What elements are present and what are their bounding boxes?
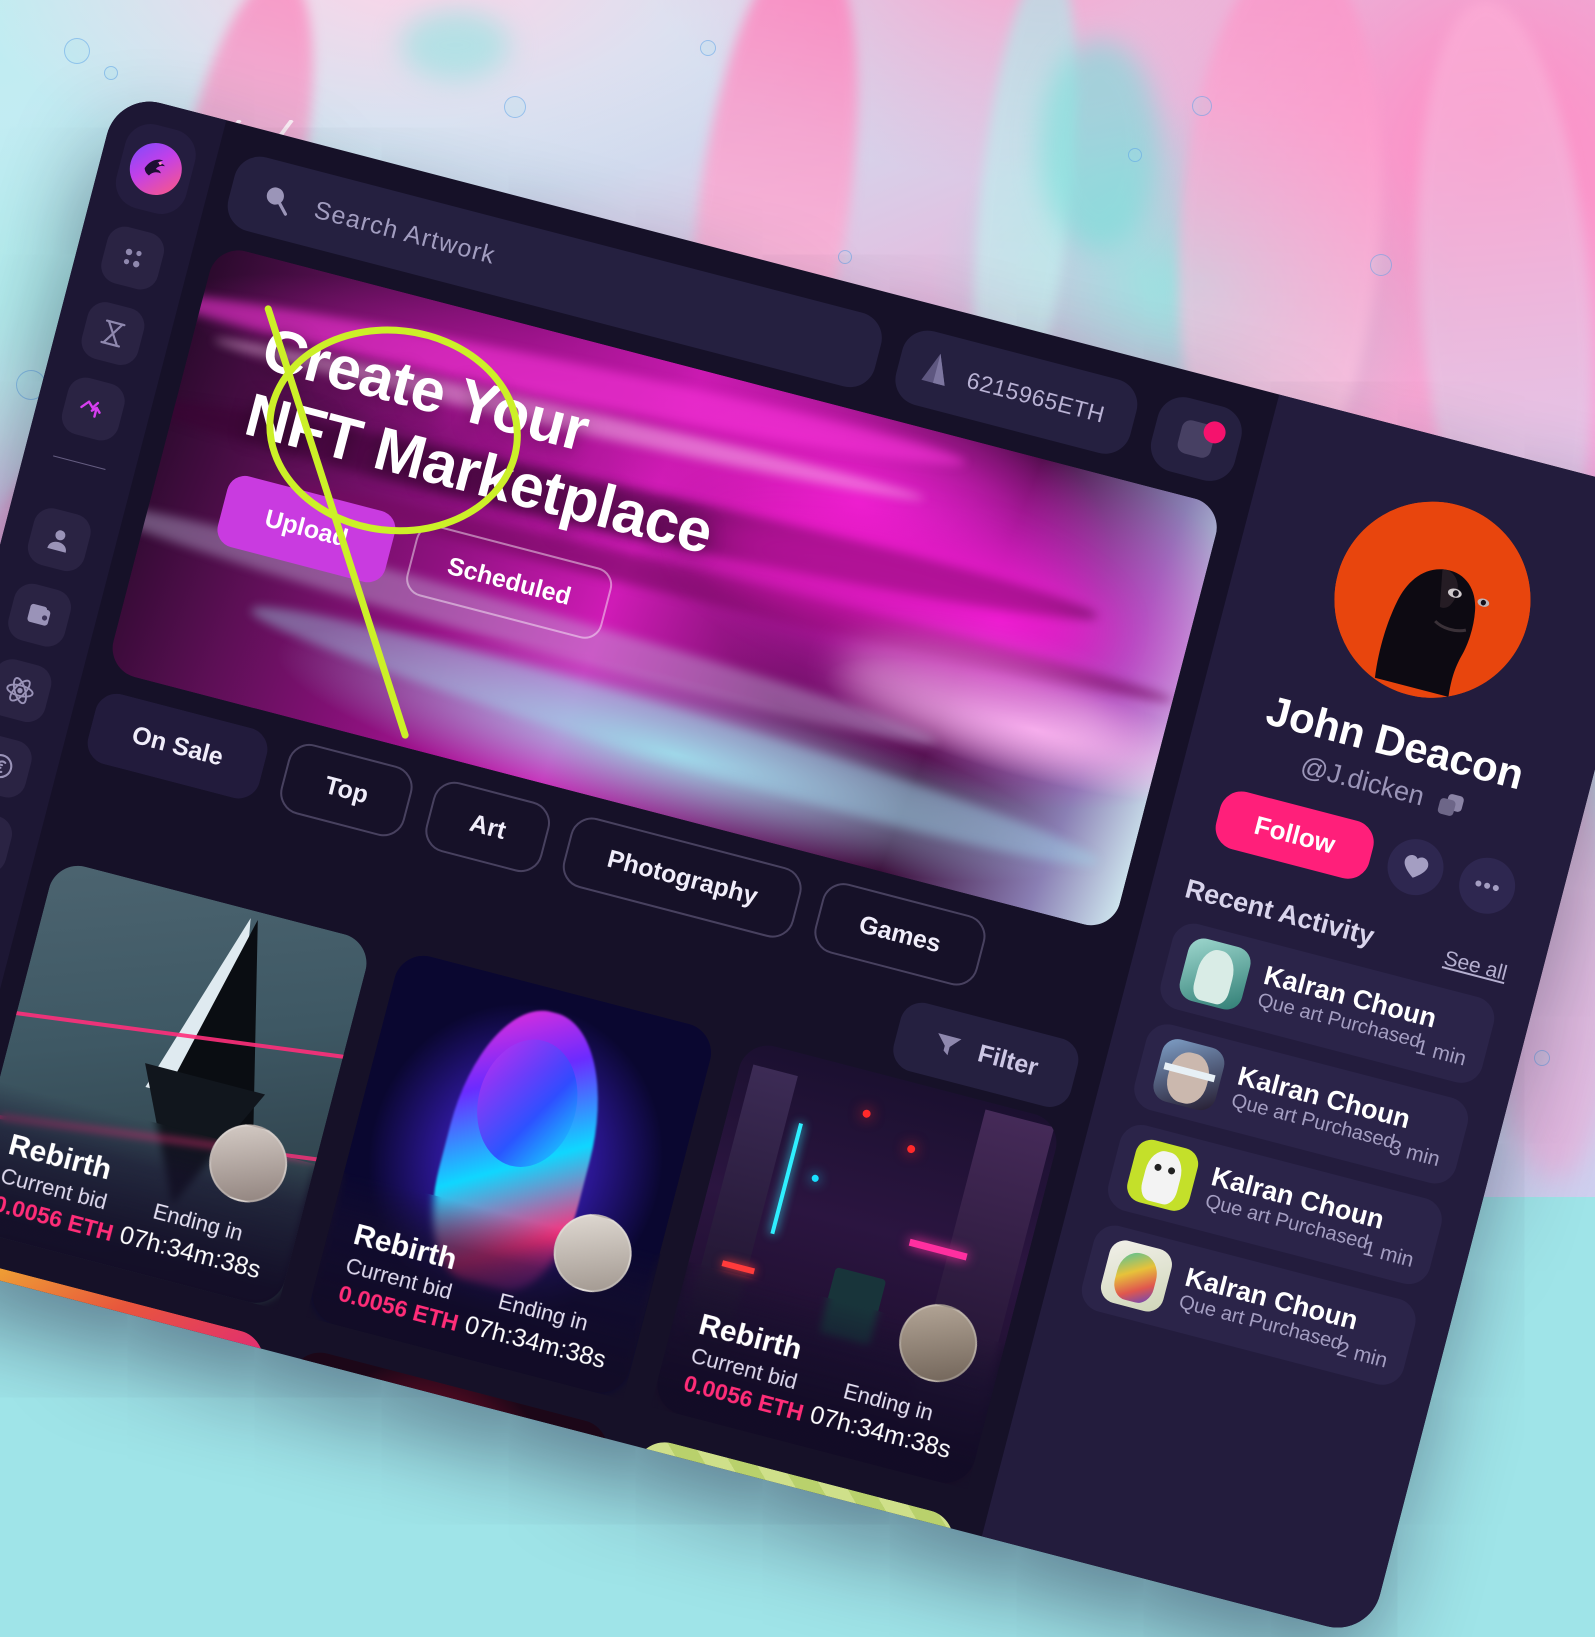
filter-label: Filter — [975, 1039, 1041, 1082]
nft-timer-block: Ending in 07h:34m:38s — [462, 1282, 617, 1376]
sidebar-item-collections[interactable] — [0, 655, 55, 726]
category-chip-on-sale[interactable]: On Sale — [83, 689, 273, 803]
activity-text: Kalran Choun Que art Purchased — [1176, 1263, 1333, 1350]
nft-bid-block: Rebirth Current bid 0.0056 ETH — [681, 1308, 823, 1427]
person-icon — [43, 524, 75, 556]
activity-thumbnail — [1124, 1136, 1202, 1214]
activity-time: 2 min — [1334, 1337, 1390, 1373]
sidebar-item-wallet[interactable] — [4, 580, 75, 651]
bg-bubble — [504, 96, 526, 118]
nft-artwork — [203, 1346, 615, 1637]
activity-time: 1 min — [1413, 1035, 1469, 1071]
nft-bid-block: Rebirth Current bid 0.0056 ETH — [232, 1615, 374, 1637]
sidebar-divider — [53, 455, 106, 470]
nft-card[interactable]: Rebirth Current bid 0.0056 ETH Ending in… — [0, 859, 373, 1309]
sidebar-item-dashboard[interactable] — [97, 223, 168, 294]
bg-bubble — [64, 38, 90, 64]
follow-button[interactable]: Follow — [1211, 787, 1379, 884]
nft-title: Rebirth — [247, 1615, 374, 1637]
atom-icon — [2, 673, 38, 708]
activity-thumbnail — [1150, 1036, 1228, 1114]
nft-card[interactable]: Rebirth Current bid 0.0056 ETH Ending in… — [203, 1346, 615, 1637]
nft-bid-block: Rebirth Current bid 0.0056 ETH — [336, 1218, 478, 1337]
activity-time: 3 min — [1387, 1136, 1443, 1172]
nft-info: Rebirth Current bid 0.0056 ETH Ending in… — [203, 1569, 557, 1637]
avatar[interactable] — [1313, 480, 1552, 719]
more-dots-icon — [1473, 877, 1503, 894]
nft-bid-block: Rebirth Current bid 0.0056 ETH — [0, 1128, 132, 1247]
nft-artwork — [0, 1256, 269, 1637]
nft-owner-avatar[interactable] — [97, 1513, 192, 1608]
balance-amount: 6215965ETH — [964, 366, 1108, 428]
search-placeholder: Search Artwork — [311, 195, 499, 270]
category-chip-games[interactable]: Games — [810, 878, 990, 990]
category-chip-top[interactable]: Top — [275, 739, 417, 841]
sidebar-item-settings[interactable] — [0, 806, 16, 877]
trending-up-icon — [76, 393, 112, 426]
hero-banner: Create YourNFT Marketplace Upload Schedu… — [106, 244, 1223, 932]
nft-bid-label: Current bid — [0, 1560, 20, 1616]
bg-bubble — [104, 66, 118, 80]
nft-card[interactable]: Rebirth Current bid 0.0056 ETH Ending in… — [306, 949, 718, 1399]
nft-info: Rebirth Current bid 0.0056 ETH Ending in… — [0, 1479, 211, 1637]
activity-thumbnail — [1176, 935, 1254, 1013]
activity-list: Kalran Choun Que art Purchased 1 min Kal… — [1077, 919, 1499, 1390]
nft-timer-block: Ending in 07h:34m:38s — [116, 1192, 271, 1286]
copy-icon[interactable] — [1434, 787, 1470, 822]
dots-grid-icon — [117, 242, 149, 274]
app-logo-button[interactable] — [110, 118, 201, 219]
wallet-icon — [23, 600, 56, 630]
eth-diamond-icon — [915, 346, 957, 397]
nft-bid-block: Rebirth Current bid 0.0056 ETH — [0, 1525, 29, 1637]
activity-thumbnail — [1097, 1237, 1175, 1315]
nft-ending-label: Ending in — [47, 1595, 142, 1637]
bg-bubble — [1128, 148, 1142, 162]
funnel-icon — [931, 1030, 964, 1060]
phoenix-logo-icon — [124, 137, 187, 200]
nft-bid-value: 0.0056 ETH — [0, 1587, 13, 1637]
more-options-button[interactable] — [1453, 851, 1521, 919]
bg-bubble — [1370, 254, 1392, 276]
nft-timer-block: Ending in 07h:34m:38s — [13, 1589, 168, 1637]
nft-title: Rebirth — [0, 1525, 29, 1589]
nft-ending-time: 07h:34m:38s — [13, 1618, 160, 1637]
euro-icon — [0, 749, 17, 783]
hourglass-icon — [97, 317, 129, 351]
john-deacon-orange-portrait — [1313, 480, 1552, 719]
activity-text: Kalran Choun Que art Purchased — [1255, 961, 1412, 1048]
sidebar-item-currency[interactable] — [0, 731, 36, 802]
bg-bubble — [1534, 1050, 1550, 1066]
sidebar-item-history[interactable] — [78, 298, 149, 369]
nft-card[interactable]: Rebirth Current bid 0.0056 ETH Ending in… — [0, 1256, 269, 1637]
nft-card[interactable]: Rebirth Current bid 0.0056 ETH Ending in… — [651, 1039, 1063, 1489]
notifications-button[interactable] — [1145, 391, 1247, 486]
sidebar-item-profile[interactable] — [24, 504, 95, 575]
bg-swirl — [400, 10, 510, 80]
nft-owner-avatar[interactable] — [442, 1602, 537, 1637]
see-all-link[interactable]: See all — [1441, 947, 1509, 986]
heart-icon — [1399, 851, 1433, 883]
activity-text: Kalran Choun Que art Purchased — [1203, 1163, 1360, 1250]
bg-bubble — [838, 250, 852, 264]
category-chip-art[interactable]: Art — [421, 777, 555, 877]
nft-card-grid: Rebirth Current bid 0.0056 ETH Ending in… — [0, 859, 1063, 1637]
sidebar-spacer — [72, 488, 73, 492]
nft-timer-block: Ending in 07h:34m:38s — [807, 1372, 962, 1466]
activity-text: Kalran Choun Que art Purchased — [1229, 1062, 1386, 1149]
like-button[interactable] — [1382, 832, 1450, 900]
bg-bubble — [700, 40, 716, 56]
bg-swirl — [1040, 40, 1160, 250]
sidebar-item-trending[interactable] — [58, 374, 129, 445]
search-icon — [256, 179, 297, 220]
activity-time: 1 min — [1360, 1237, 1416, 1273]
bg-bubble — [1192, 96, 1212, 116]
